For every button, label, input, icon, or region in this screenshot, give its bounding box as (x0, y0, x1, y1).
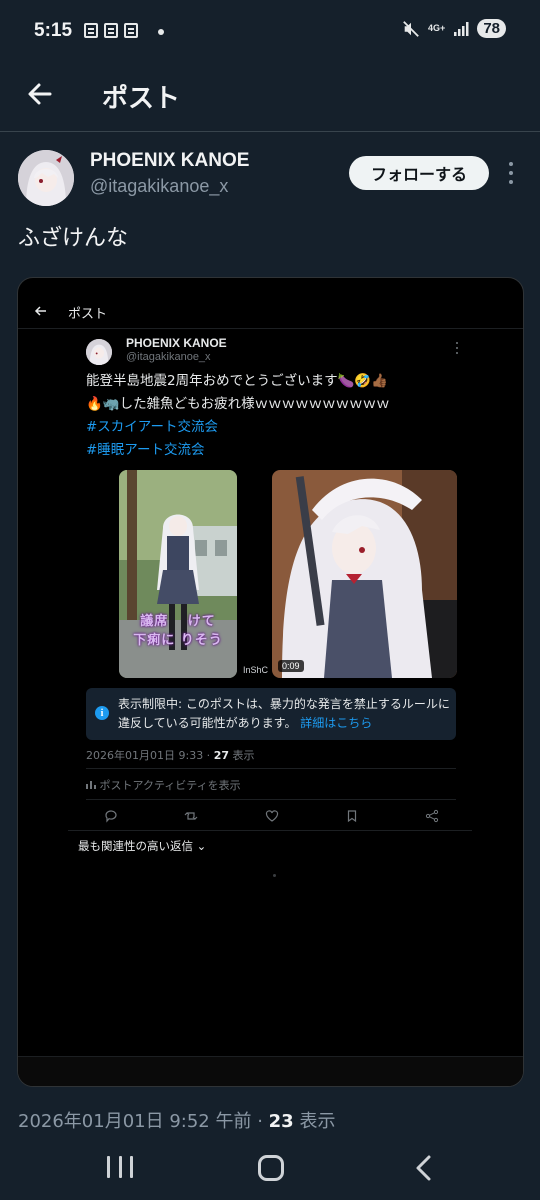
retweet-icon (184, 808, 198, 822)
more-options-icon[interactable] (503, 160, 519, 186)
embedded-activity: ポストアクティビティを表示 (86, 777, 241, 793)
avatar[interactable] (18, 150, 74, 206)
activity-chart-icon (86, 781, 96, 789)
embedded-divider (18, 328, 523, 329)
share-icon (425, 808, 439, 823)
embedded-media-photo: 議席 けて 下痢に りそう (119, 470, 237, 678)
embedded-media-video: 0:09 (272, 470, 457, 678)
video-watermark: InShC (243, 665, 269, 675)
info-icon: i (95, 706, 109, 720)
embedded-hashtag: #睡眠アート交流会 (86, 442, 205, 458)
post-meta: 2026年01月01日 9:52 午前 · 23 表示 (18, 1107, 335, 1133)
video-subtitle-line: 下痢に りそう (133, 633, 223, 648)
embedded-view-count: 27 (213, 749, 229, 762)
post-timestamp[interactable]: 2026年01月01日 9:52 午前 · (18, 1111, 269, 1132)
embedded-hashtag: #スカイアート交流会 (86, 419, 219, 435)
follow-button[interactable]: フォローする (349, 156, 489, 190)
notification-dot-icon (158, 29, 164, 35)
signal-icon (454, 21, 469, 36)
chevron-down-icon: ⌄ (196, 839, 207, 853)
embedded-replies-sort: 最も関連性の高い返信 ⌄ (78, 838, 206, 854)
author-name[interactable]: PHOENIX KANOE (90, 150, 249, 172)
recent-apps-icon[interactable] (107, 1156, 133, 1180)
embedded-action-bar (104, 808, 439, 823)
embedded-author-handle: @itagakikanoe_x (126, 351, 211, 363)
embedded-activity-label: ポストアクティビティを表示 (99, 779, 241, 792)
content-notice: i 表示制限中: このポストは、暴力的な発言を禁止するルールに違反している可能性… (86, 688, 456, 740)
bookmark-icon (345, 808, 359, 823)
notification-doc-icon (104, 23, 118, 38)
status-time: 5:15 (34, 20, 73, 41)
notification-doc-icon (84, 23, 98, 38)
mute-icon (403, 20, 419, 37)
embedded-divider (86, 799, 456, 800)
embedded-timestamp: 2026年01月01日 9:33 · (86, 749, 214, 762)
back-arrow-icon (34, 306, 46, 316)
embedded-text-line: 能登半島地震2周年おめでとうございます🍆🤣👍🏾 (86, 373, 389, 389)
attached-image[interactable]: ポスト PHOENIX KANOE @itagakikanoe_x 能登半島地震… (17, 277, 524, 1087)
page-title: ポスト (102, 84, 181, 114)
notice-text: 表示制限中: このポストは、暴力的な発言を禁止するルールに違反している可能性があ… (118, 695, 450, 733)
notification-doc-icon (124, 23, 138, 38)
post-text: ふざけんな (18, 226, 129, 251)
battery-level: 78 (477, 19, 506, 38)
network-type: 4G+ (428, 23, 446, 33)
embedded-divider (68, 830, 472, 831)
reply-icon (104, 808, 118, 823)
notice-details-link: 詳細はこちら (300, 716, 373, 730)
video-subtitle-line: 議席 けて (140, 614, 216, 629)
embedded-avatar (86, 339, 112, 365)
status-indicators: 4G+ 78 (402, 19, 506, 38)
back-arrow-icon[interactable] (24, 78, 56, 110)
header-divider (0, 131, 540, 132)
like-icon (265, 808, 279, 822)
embedded-more-icon (456, 342, 460, 354)
embedded-text-line: 🔥🦏した雑魚どもお疲れ様ｗｗｗｗｗｗｗｗｗｗ (86, 396, 390, 412)
loading-dot (273, 874, 276, 877)
embedded-divider (86, 768, 456, 769)
embedded-bottom-bar (18, 1056, 523, 1086)
notification-icons (84, 23, 138, 38)
embedded-view-label: 表示 (229, 749, 255, 762)
embedded-post-text: 能登半島地震2周年おめでとうございます🍆🤣👍🏾 🔥🦏した雑魚どもお疲れ様ｗｗｗｗ… (86, 370, 466, 462)
video-duration: 0:09 (278, 660, 304, 672)
system-back-icon[interactable] (412, 1154, 436, 1182)
embedded-post-meta: 2026年01月01日 9:33 · 27 表示 (86, 747, 255, 763)
home-icon[interactable] (258, 1155, 284, 1181)
post-view-count: 23 (268, 1111, 294, 1132)
embedded-author-name: PHOENIX KANOE (126, 336, 227, 350)
embedded-replies-sort-label: 最も関連性の高い返信 (78, 839, 193, 853)
embedded-page-title: ポスト (68, 307, 108, 322)
post-view-label: 表示 (293, 1111, 336, 1132)
author-handle[interactable]: @itagakikanoe_x (90, 176, 228, 197)
notice-message: 表示制限中: このポストは、暴力的な発言を禁止するルールに違反している可能性があ… (118, 697, 450, 730)
